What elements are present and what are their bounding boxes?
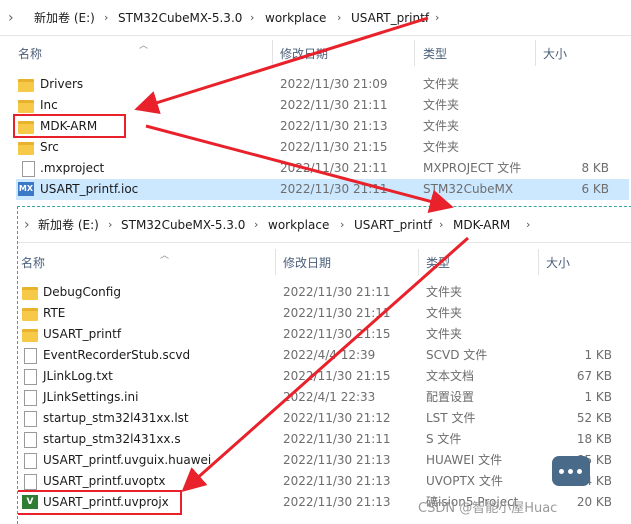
arrow-to-mdk-arm [134, 16, 429, 115]
annotation-arrows [134, 16, 469, 492]
chat-bubble-icon [552, 456, 590, 486]
arrow-to-uvprojx [181, 236, 469, 492]
watermark: CSDN @智能小屋Huac [418, 501, 558, 516]
arrow-to-mdk-arm-breadcrumb [145, 124, 454, 213]
